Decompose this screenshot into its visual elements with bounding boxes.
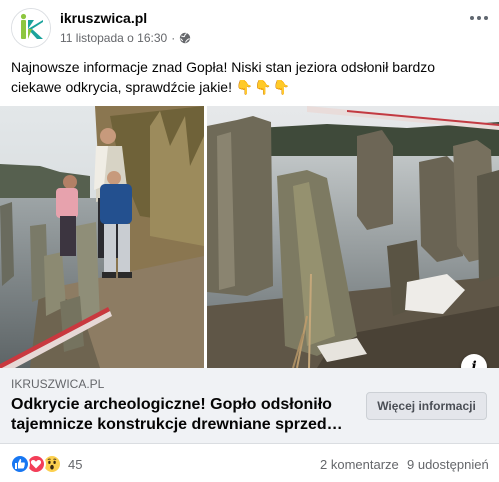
post-meta: 11 listopada o 16:30 · xyxy=(60,31,191,45)
more-dot xyxy=(470,16,474,20)
post-text: Najnowsze informacje znad Gopła! Niski s… xyxy=(11,57,481,97)
shares-count-link[interactable]: 9 udostępnień xyxy=(407,457,489,472)
page-name-link[interactable]: ikruszwica.pl xyxy=(60,10,147,26)
more-options-button[interactable] xyxy=(467,8,491,28)
link-domain: IKRUSZWICA.PL xyxy=(11,377,105,391)
photo-people-at-lake[interactable] xyxy=(0,106,204,368)
post-timestamp[interactable]: 11 listopada o 16:30 xyxy=(60,31,167,45)
globe-icon[interactable] xyxy=(179,32,191,44)
more-dot xyxy=(484,16,488,20)
page-logo-icon xyxy=(12,9,50,47)
link-title[interactable]: Odkrycie archeologiczne! Gopło odsłoniło… xyxy=(11,395,356,435)
like-icon xyxy=(10,454,30,474)
post-photos[interactable] xyxy=(0,106,499,368)
meta-separator: · xyxy=(171,31,176,45)
more-dot xyxy=(477,16,481,20)
photo-wooden-stumps[interactable] xyxy=(207,106,499,368)
reactions-summary[interactable]: 45 xyxy=(10,454,82,474)
engagement-bar: 45 2 komentarze 9 udostępnień xyxy=(0,446,499,482)
reaction-count: 45 xyxy=(68,456,83,472)
pointing-down-emoji: 👇👇👇 xyxy=(235,79,292,95)
more-info-button[interactable]: Więcej informacji xyxy=(366,392,487,420)
page-avatar[interactable] xyxy=(11,8,51,48)
post-header: ikruszwica.pl 11 listopada o 16:30 · xyxy=(0,0,499,52)
comments-count-link[interactable]: 2 komentarze xyxy=(320,457,399,472)
post-message: Najnowsze informacje znad Gopła! Niski s… xyxy=(11,59,436,95)
